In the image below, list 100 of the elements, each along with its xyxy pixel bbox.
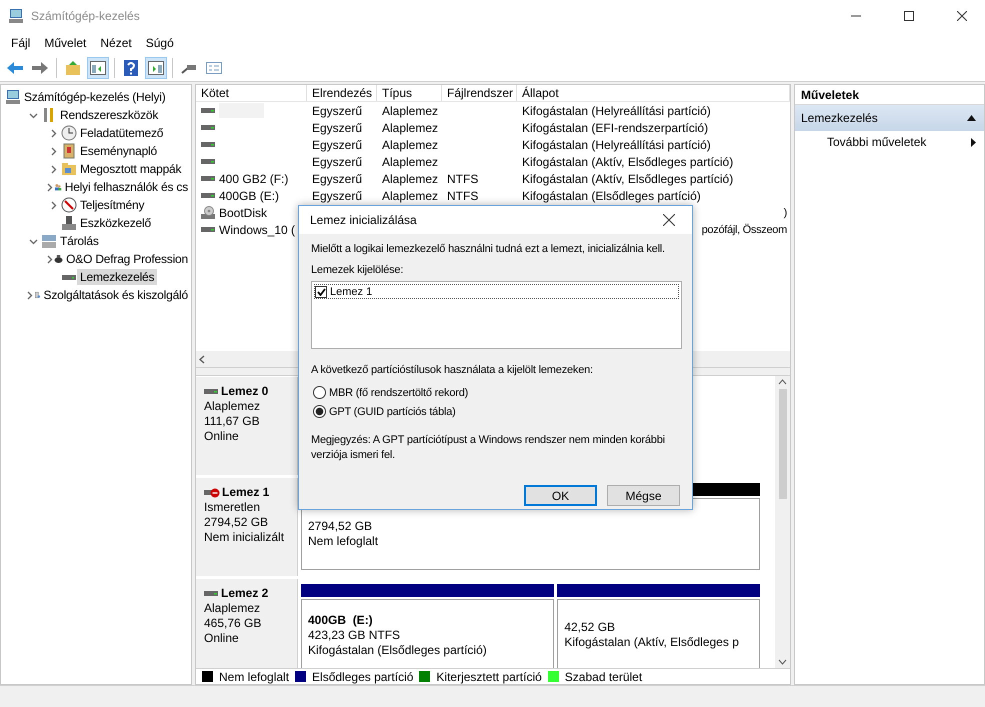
drive-icon: [201, 174, 216, 184]
close-icon: [957, 11, 967, 21]
menu-item[interactable]: Művelet: [37, 36, 94, 50]
tree-item[interactable]: Szolgáltatások és kiszolgáló: [40, 287, 191, 303]
table-cell: Kifogástalan (EFI-rendszerpartíció): [522, 120, 708, 134]
tree-item[interactable]: Számítógép-kezelés (Helyi): [21, 89, 169, 105]
table-cell: Alaplemez: [382, 172, 438, 186]
scroll-down-icon[interactable]: [778, 659, 787, 665]
actions-section[interactable]: Lemezkezelés: [795, 105, 984, 131]
action-item[interactable]: További műveletek: [795, 131, 984, 153]
expand-icon[interactable]: [48, 200, 58, 210]
window-title: Számítógép-kezelés: [31, 9, 141, 23]
cd-drive-icon: [201, 206, 216, 220]
intro-text: Mielőtt a logikai lemezkezelő használni tudná ezt a lemezt, inicializálnia kell.: [311, 242, 666, 257]
table-cell: Alaplemez: [382, 188, 438, 202]
tree-item[interactable]: Teljesítmény: [77, 197, 148, 213]
scroll-left-icon[interactable]: [199, 354, 205, 364]
expand-icon[interactable]: [45, 254, 54, 264]
scroll-up-icon[interactable]: [778, 379, 787, 385]
storage-icon: [41, 233, 57, 249]
menu-item[interactable]: Fájl: [4, 36, 38, 50]
collapse-icon[interactable]: [28, 236, 38, 246]
tree-item[interactable]: O&O Defrag Profession: [63, 251, 191, 267]
scrollbar-thumb[interactable]: [778, 389, 786, 499]
disk-size: 111,67 GB: [204, 414, 261, 429]
tree-item[interactable]: Rendszereszközök: [57, 107, 162, 123]
properties-icon: [206, 62, 222, 74]
radio-label: GPT (GUID partíciós tábla): [329, 406, 456, 418]
menu-item[interactable]: Nézet: [93, 36, 139, 50]
computer-icon: [5, 89, 21, 105]
tree-item[interactable]: Tárolás: [57, 233, 102, 249]
expand-icon[interactable]: [45, 182, 54, 192]
table-cell: Egyszerű: [312, 154, 362, 168]
disk-status: Nem inicializált: [204, 530, 286, 545]
dialog-title: Lemez inicializálása: [310, 213, 417, 227]
radio-button[interactable]: [313, 405, 326, 418]
column-header[interactable]: Kötet: [196, 85, 307, 101]
table-cell: Egyszerű: [312, 120, 362, 134]
partition-block[interactable]: 42,52 GB Kifogástalan (Aktív, Elsődleges p: [557, 599, 760, 668]
table-cell: Egyszerű: [312, 138, 362, 152]
tree-item[interactable]: Lemezkezelés: [77, 269, 158, 285]
checkbox[interactable]: [315, 286, 327, 298]
gauge-icon: [61, 197, 77, 213]
dialog-button[interactable]: Mégse: [607, 485, 680, 506]
tree-item[interactable]: Feladatütemező: [77, 125, 166, 141]
device-icon: [61, 215, 77, 231]
table-cell: Kifogástalan (Aktív, Elsődleges partíció): [522, 172, 734, 186]
tree-item[interactable]: Eseménynapló: [77, 143, 160, 159]
collapse-icon[interactable]: [28, 110, 38, 120]
table-cell: Kifogástalan (Elsődleges partíció): [522, 188, 701, 202]
expand-icon[interactable]: [48, 164, 58, 174]
expand-icon[interactable]: [25, 290, 34, 300]
column-header[interactable]: Típus: [377, 85, 442, 101]
disk-size: 465,76 GB: [204, 616, 262, 631]
table-cell: Egyszerű: [312, 172, 362, 186]
drive-icon: [204, 386, 219, 396]
folder-icon: [61, 161, 77, 177]
drive-icon: [201, 106, 216, 116]
column-header[interactable]: Fájlrendszer: [442, 85, 517, 101]
help-icon: [124, 60, 138, 76]
legend-label: Elsődleges partíció: [312, 670, 414, 684]
back-arrow-icon: [6, 60, 24, 74]
legend-label: Kiterjesztett partíció: [436, 670, 542, 684]
table-cell: BootDisk: [219, 206, 268, 220]
tree-item[interactable]: Megosztott mappák: [77, 161, 184, 177]
disk-status: Online: [204, 631, 240, 646]
partition-block[interactable]: 400GB (E:) 423,23 GB NTFS Kifogástalan (Elsődleges partíció): [301, 599, 554, 668]
expand-icon[interactable]: [48, 128, 58, 138]
maximize-icon: [904, 11, 914, 21]
disk-name: Lemez 2: [221, 586, 268, 601]
table-cell: Kifogástalan (Aktív, Elsődleges partíció): [522, 154, 734, 168]
notebook-icon: [61, 143, 77, 159]
disk-type: Alaplemez: [204, 399, 262, 414]
console-tree-button[interactable]: [87, 56, 109, 78]
column-header[interactable]: Állapot: [517, 85, 790, 101]
radio-button[interactable]: [313, 386, 326, 399]
table-cell: Egyszerű: [312, 104, 362, 118]
table-cell: NTFS: [447, 172, 478, 186]
drive-icon: [201, 190, 216, 200]
action-pane-button[interactable]: [145, 56, 167, 78]
checkmark-icon: [316, 288, 326, 296]
table-cell: 400 GB2 (F:): [219, 172, 288, 186]
disk-name: Lemez 0: [221, 384, 268, 399]
disk-type: Ismeretlen: [204, 500, 262, 515]
pane-left-icon: [90, 60, 106, 74]
tree-item[interactable]: Helyi felhasználók és cs: [62, 179, 191, 195]
drive-icon: [201, 224, 216, 234]
table-cell: Alaplemez: [382, 104, 438, 118]
pane-right-icon: [148, 60, 164, 74]
style-label: A következő partícióstílusok használata a kijelölt lemezeken:: [311, 363, 594, 378]
folder-up-icon: [65, 60, 81, 76]
disk-status: Online: [204, 429, 240, 444]
drive-icon: [201, 156, 216, 166]
tree-item[interactable]: Eszközkezelő: [77, 215, 154, 231]
table-cell: ): [784, 206, 787, 218]
column-header[interactable]: Elrendezés: [307, 85, 377, 101]
expand-icon[interactable]: [48, 146, 58, 156]
dialog-button[interactable]: OK: [524, 485, 597, 506]
disk-name: Lemez 1: [222, 485, 270, 500]
menu-item[interactable]: Súgó: [138, 36, 181, 50]
